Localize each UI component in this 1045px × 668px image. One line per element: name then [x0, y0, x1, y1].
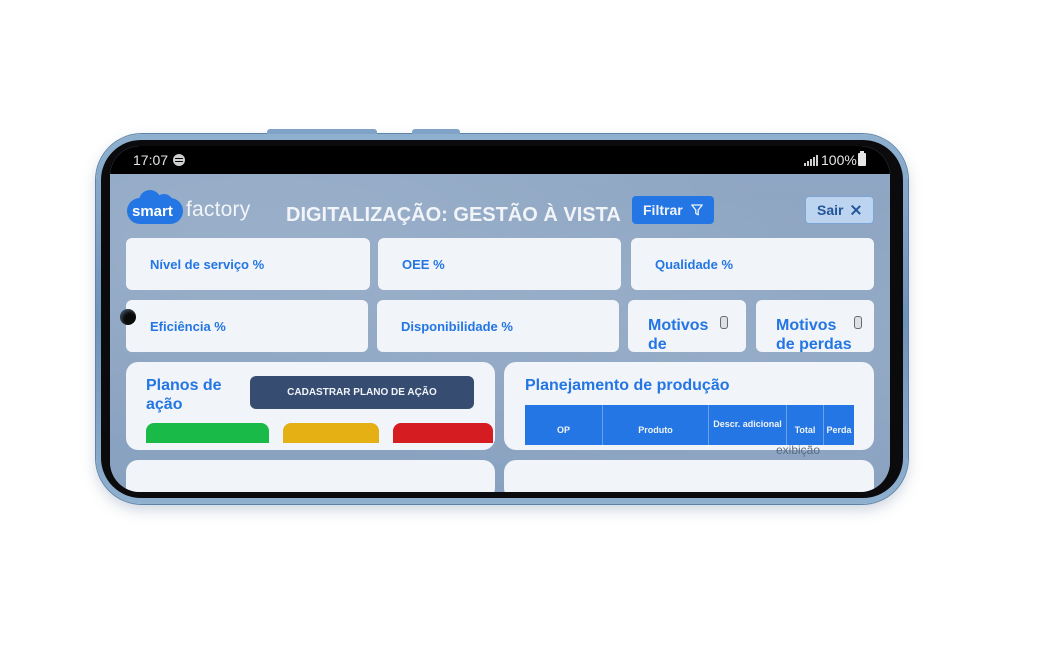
battery-icon — [858, 151, 866, 166]
status-pill-red[interactable] — [393, 423, 493, 443]
production-table-header: OP Produto Descr. adicional Total Perda — [525, 405, 854, 445]
logo-factory-text: factory — [186, 198, 251, 221]
filter-button-label: Filtrar — [643, 202, 683, 218]
motive-label: Motivos de perdas — [776, 317, 852, 352]
kpi-card-quality[interactable]: Qualidade % — [631, 238, 874, 290]
register-action-plan-button[interactable]: CADASTRAR PLANO DE AÇÃO — [250, 376, 474, 409]
column-header-total[interactable]: Total — [786, 405, 823, 445]
spotify-icon — [173, 154, 185, 166]
status-time: 17:07 — [133, 152, 169, 168]
column-header-op[interactable]: OP — [525, 405, 602, 445]
lower-left-panel — [126, 460, 495, 492]
close-icon — [850, 204, 861, 215]
filter-button[interactable]: Filtrar — [632, 196, 714, 224]
column-header-product[interactable]: Produto — [602, 405, 708, 445]
kpi-label: Qualidade % — [655, 257, 734, 272]
kpi-card-efficiency[interactable]: Eficiência % — [126, 300, 368, 352]
page-title: DIGITALIZAÇÃO: GESTÃO À VISTA — [286, 204, 621, 226]
kpi-card-oee[interactable]: OEE % — [378, 238, 621, 290]
signal-icon — [804, 155, 818, 166]
power-button — [412, 129, 460, 134]
phone-screen: 17:07 100% smart factory DIGITALIZAÇÃO: … — [110, 146, 890, 492]
status-pill-yellow[interactable] — [283, 423, 379, 443]
kpi-label: OEE % — [402, 257, 445, 272]
logo-smart-text: smart — [132, 203, 173, 220]
logout-button-label: Sair — [817, 202, 844, 218]
kpi-label: Nível de serviço % — [150, 257, 265, 272]
kpi-label: Eficiência % — [150, 319, 226, 334]
production-planning-panel: Planejamento de produção OP Produto Desc… — [504, 362, 874, 450]
filter-icon — [691, 204, 703, 216]
motives-losses-card[interactable]: Motivos de perdas — [756, 300, 874, 352]
battery-percent: 100% — [821, 152, 857, 168]
status-bar: 17:07 100% — [110, 146, 890, 174]
production-planning-title: Planejamento de produção — [525, 377, 730, 394]
kpi-card-availability[interactable]: Disponibilidade % — [377, 300, 619, 352]
kpi-card-service-level[interactable]: Nível de serviço % — [126, 238, 370, 290]
lower-right-panel — [504, 460, 874, 492]
kpi-label: Disponibilidade % — [401, 319, 513, 334]
column-header-description[interactable]: Descr. adicional — [708, 405, 786, 445]
front-camera — [120, 309, 136, 325]
column-header-loss[interactable]: Perda — [823, 405, 854, 445]
info-icon — [720, 316, 728, 329]
logout-button[interactable]: Sair — [805, 196, 874, 224]
display-overflow-text: exibição — [776, 443, 821, 457]
motives-stops-card[interactable]: Motivos de paradas — [628, 300, 746, 352]
motive-label: Motivos de paradas — [648, 317, 709, 352]
info-icon — [854, 316, 862, 329]
action-plans-panel: Planos de ação CADASTRAR PLANO DE AÇÃO — [126, 362, 495, 450]
status-pill-green[interactable] — [146, 423, 269, 443]
volume-button — [267, 129, 377, 134]
action-plans-title: Planos de ação — [146, 377, 222, 413]
